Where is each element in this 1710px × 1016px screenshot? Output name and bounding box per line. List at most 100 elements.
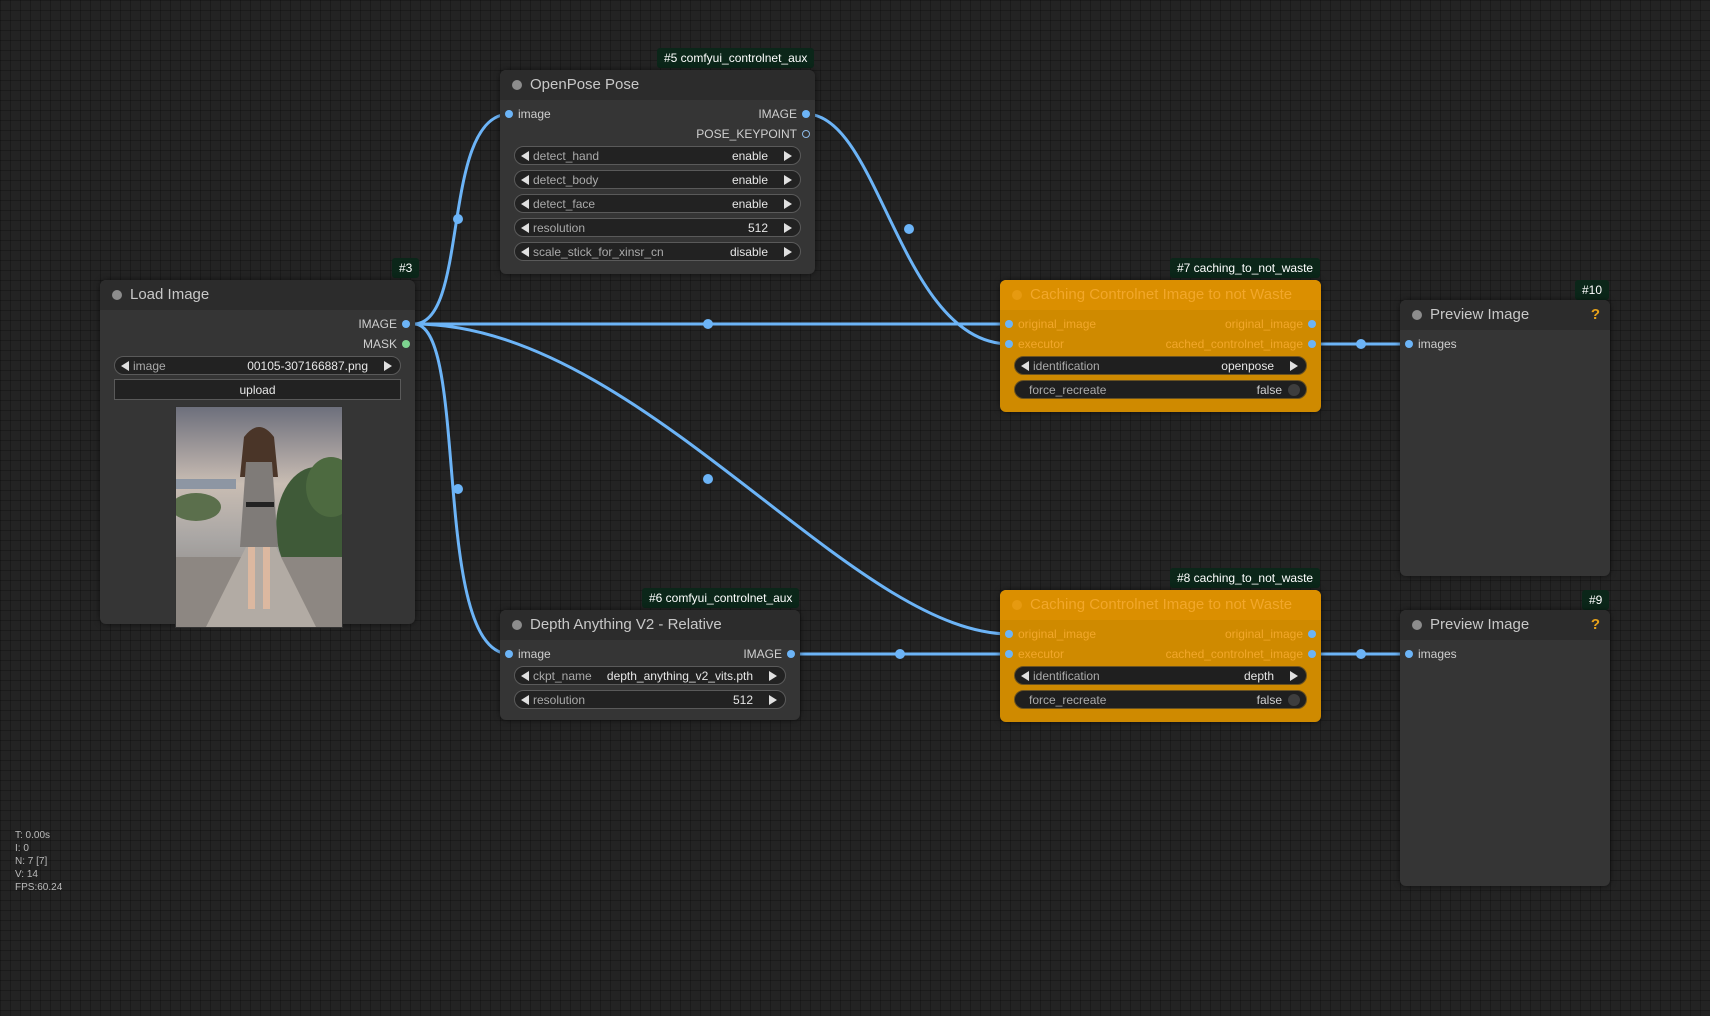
- load-image-node[interactable]: Load Image IMAGE MASK image 00105-307166…: [100, 280, 415, 628]
- increment-arrow-icon[interactable]: [784, 247, 792, 257]
- cache-node-8[interactable]: Caching Controlnet Image to not Waste or…: [1000, 590, 1321, 722]
- toggle-knob-icon[interactable]: [1288, 384, 1300, 396]
- decrement-arrow-icon[interactable]: [521, 199, 529, 209]
- output-dot-icon[interactable]: [802, 110, 810, 118]
- input-dot-icon[interactable]: [1005, 630, 1013, 638]
- node-title[interactable]: Caching Controlnet Image to not Waste: [1000, 590, 1321, 620]
- output-dot-icon[interactable]: [802, 130, 810, 138]
- widget-identification[interactable]: identification depth: [1014, 666, 1307, 685]
- collapse-dot-icon[interactable]: [1412, 310, 1422, 320]
- widget-force-recreate-toggle[interactable]: force_recreate false: [1014, 690, 1307, 709]
- decrement-arrow-icon[interactable]: [1021, 361, 1029, 371]
- widget-force-recreate-toggle[interactable]: force_recreate false: [1014, 380, 1307, 399]
- input-slot-images[interactable]: images: [1405, 337, 1457, 351]
- help-icon[interactable]: ?: [1591, 610, 1600, 640]
- input-slot-image[interactable]: image: [505, 647, 551, 661]
- preview-image-node-9[interactable]: Preview Image ? images: [1400, 610, 1610, 886]
- increment-arrow-icon[interactable]: [1290, 671, 1298, 681]
- input-dot-icon[interactable]: [1405, 650, 1413, 658]
- node-title[interactable]: Caching Controlnet Image to not Waste: [1000, 280, 1321, 310]
- collapse-dot-icon[interactable]: [1412, 620, 1422, 630]
- decrement-arrow-icon[interactable]: [521, 175, 529, 185]
- output-dot-icon[interactable]: [1308, 340, 1316, 348]
- output-slot-cached-controlnet-image[interactable]: cached_controlnet_image: [1166, 337, 1316, 351]
- input-dot-icon[interactable]: [505, 650, 513, 658]
- input-dot-icon[interactable]: [1405, 340, 1413, 348]
- increment-arrow-icon[interactable]: [1290, 361, 1298, 371]
- decrement-arrow-icon[interactable]: [521, 223, 529, 233]
- output-dot-icon[interactable]: [1308, 630, 1316, 638]
- link-midpoint: [1356, 339, 1366, 349]
- output-slot-original-image[interactable]: original_image: [1225, 627, 1316, 641]
- widget-resolution[interactable]: resolution 512: [514, 690, 786, 709]
- input-dot-icon[interactable]: [1005, 340, 1013, 348]
- node-title[interactable]: Load Image: [100, 280, 415, 310]
- output-dot-icon[interactable]: [402, 320, 410, 328]
- output-dot-icon[interactable]: [1308, 320, 1316, 328]
- depth-anything-node[interactable]: Depth Anything V2 - Relative image IMAGE…: [500, 610, 800, 720]
- input-slot-original-image[interactable]: original_image: [1005, 627, 1097, 641]
- input-dot-icon[interactable]: [1005, 320, 1013, 328]
- input-slot-images[interactable]: images: [1405, 647, 1457, 661]
- node-badge-load-image: #3: [392, 258, 420, 278]
- output-slot-mask[interactable]: MASK: [363, 337, 410, 351]
- output-slot-cached-controlnet-image[interactable]: cached_controlnet_image: [1166, 647, 1316, 661]
- node-title[interactable]: OpenPose Pose: [500, 70, 815, 100]
- input-slot-image[interactable]: image: [505, 107, 551, 121]
- toggle-knob-icon[interactable]: [1288, 694, 1300, 706]
- widget-scale-stick[interactable]: scale_stick_for_xinsr_cn disable: [514, 242, 801, 261]
- output-dot-icon[interactable]: [402, 340, 410, 348]
- increment-arrow-icon[interactable]: [384, 361, 392, 371]
- widget-image-select[interactable]: image 00105-307166887.png: [114, 356, 401, 375]
- widget-detect-face[interactable]: detect_face enable: [514, 194, 801, 213]
- output-slot-image[interactable]: IMAGE: [758, 107, 810, 121]
- upload-button[interactable]: upload: [114, 379, 401, 400]
- input-dot-icon[interactable]: [505, 110, 513, 118]
- cache-node-7[interactable]: Caching Controlnet Image to not Waste or…: [1000, 280, 1321, 412]
- widget-identification[interactable]: identification openpose: [1014, 356, 1307, 375]
- node-badge-preview10: #10: [1575, 280, 1610, 300]
- node-graph-canvas[interactable]: #5 comfyui_controlnet_aux OpenPose Pose …: [0, 0, 1710, 1016]
- slot-label: images: [1418, 337, 1457, 351]
- output-dot-icon[interactable]: [1308, 650, 1316, 658]
- decrement-arrow-icon[interactable]: [121, 361, 129, 371]
- collapse-dot-icon[interactable]: [512, 80, 522, 90]
- widget-ckpt-name[interactable]: ckpt_name depth_anything_v2_vits.pth: [514, 666, 786, 685]
- slot-label: original_image: [1018, 627, 1097, 641]
- decrement-arrow-icon[interactable]: [521, 247, 529, 257]
- increment-arrow-icon[interactable]: [769, 671, 777, 681]
- collapse-dot-icon[interactable]: [1012, 600, 1022, 610]
- node-title[interactable]: Preview Image ?: [1400, 300, 1610, 330]
- widget-label: resolution: [533, 693, 586, 707]
- output-dot-icon[interactable]: [787, 650, 795, 658]
- openpose-node[interactable]: OpenPose Pose image IMAGE POSE_KEYPOINT …: [500, 70, 815, 274]
- increment-arrow-icon[interactable]: [784, 223, 792, 233]
- increment-arrow-icon[interactable]: [784, 199, 792, 209]
- decrement-arrow-icon[interactable]: [521, 671, 529, 681]
- decrement-arrow-icon[interactable]: [1021, 671, 1029, 681]
- input-slot-executor[interactable]: executor: [1005, 647, 1064, 661]
- collapse-dot-icon[interactable]: [112, 290, 122, 300]
- collapse-dot-icon[interactable]: [512, 620, 522, 630]
- increment-arrow-icon[interactable]: [784, 151, 792, 161]
- increment-arrow-icon[interactable]: [769, 695, 777, 705]
- collapse-dot-icon[interactable]: [1012, 290, 1022, 300]
- decrement-arrow-icon[interactable]: [521, 695, 529, 705]
- input-slot-executor[interactable]: executor: [1005, 337, 1064, 351]
- node-title[interactable]: Preview Image ?: [1400, 610, 1610, 640]
- output-slot-image[interactable]: IMAGE: [358, 317, 410, 331]
- widget-detect-hand[interactable]: detect_hand enable: [514, 146, 801, 165]
- link-load-to-openpose: [413, 112, 511, 326]
- input-slot-original-image[interactable]: original_image: [1005, 317, 1096, 331]
- increment-arrow-icon[interactable]: [784, 175, 792, 185]
- output-slot-original-image[interactable]: original_image: [1225, 317, 1316, 331]
- widget-resolution[interactable]: resolution 512: [514, 218, 801, 237]
- decrement-arrow-icon[interactable]: [521, 151, 529, 161]
- help-icon[interactable]: ?: [1591, 300, 1600, 330]
- output-slot-pose-keypoint[interactable]: POSE_KEYPOINT: [696, 127, 810, 141]
- input-dot-icon[interactable]: [1005, 650, 1013, 658]
- widget-detect-body[interactable]: detect_body enable: [514, 170, 801, 189]
- output-slot-image[interactable]: IMAGE: [743, 647, 795, 661]
- preview-image-node-10[interactable]: Preview Image ? images: [1400, 300, 1610, 576]
- node-title[interactable]: Depth Anything V2 - Relative: [500, 610, 800, 640]
